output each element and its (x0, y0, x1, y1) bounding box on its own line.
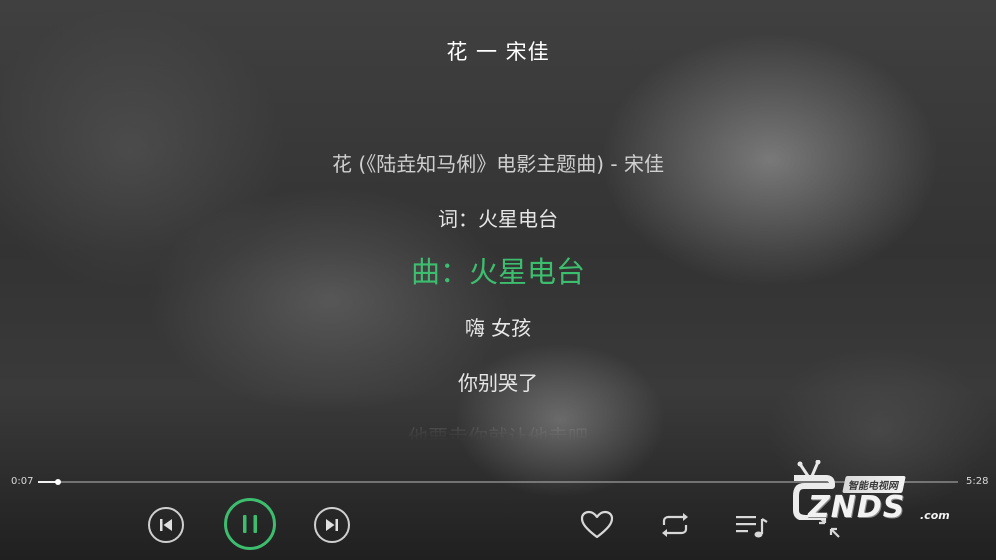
lyric-line-lyricist: 词：火星电台 (438, 207, 558, 231)
lyric-line: 嗨 女孩 (464, 316, 532, 340)
previous-button[interactable] (147, 506, 185, 544)
playlist-icon (736, 516, 768, 538)
lyric-line-song-info: 花 (《陆垚知马俐》电影主题曲) - 宋佳 (332, 152, 664, 176)
watermark-suffix: .com (920, 509, 950, 522)
watermark-logo: ZNDS (808, 490, 906, 525)
play-pause-button[interactable] (223, 497, 277, 551)
watermark: 智能电视网 ZNDS .com (786, 460, 954, 528)
next-button[interactable] (313, 506, 351, 544)
playlist-button[interactable] (732, 510, 770, 542)
heart-outline-icon (580, 510, 614, 539)
skip-next-icon (314, 507, 350, 543)
lyric-line-upcoming: 他要走你就让他走吧 (408, 425, 588, 441)
music-player-screen: 花 一 宋佳 花 (《陆垚知马俐》电影主题曲) - 宋佳 词：火星电台 曲：火星… (0, 0, 996, 560)
lyric-line: 你别哭了 (458, 371, 538, 395)
repeat-button[interactable] (656, 510, 694, 540)
lyric-line-current: 曲：火星电台 (410, 255, 585, 289)
pause-icon (224, 498, 276, 550)
repeat-icon (662, 513, 688, 537)
skip-previous-icon (148, 507, 184, 543)
total-time: 5:28 (966, 476, 989, 487)
elapsed-time: 0:07 (11, 476, 34, 487)
favorite-button[interactable] (578, 508, 616, 542)
